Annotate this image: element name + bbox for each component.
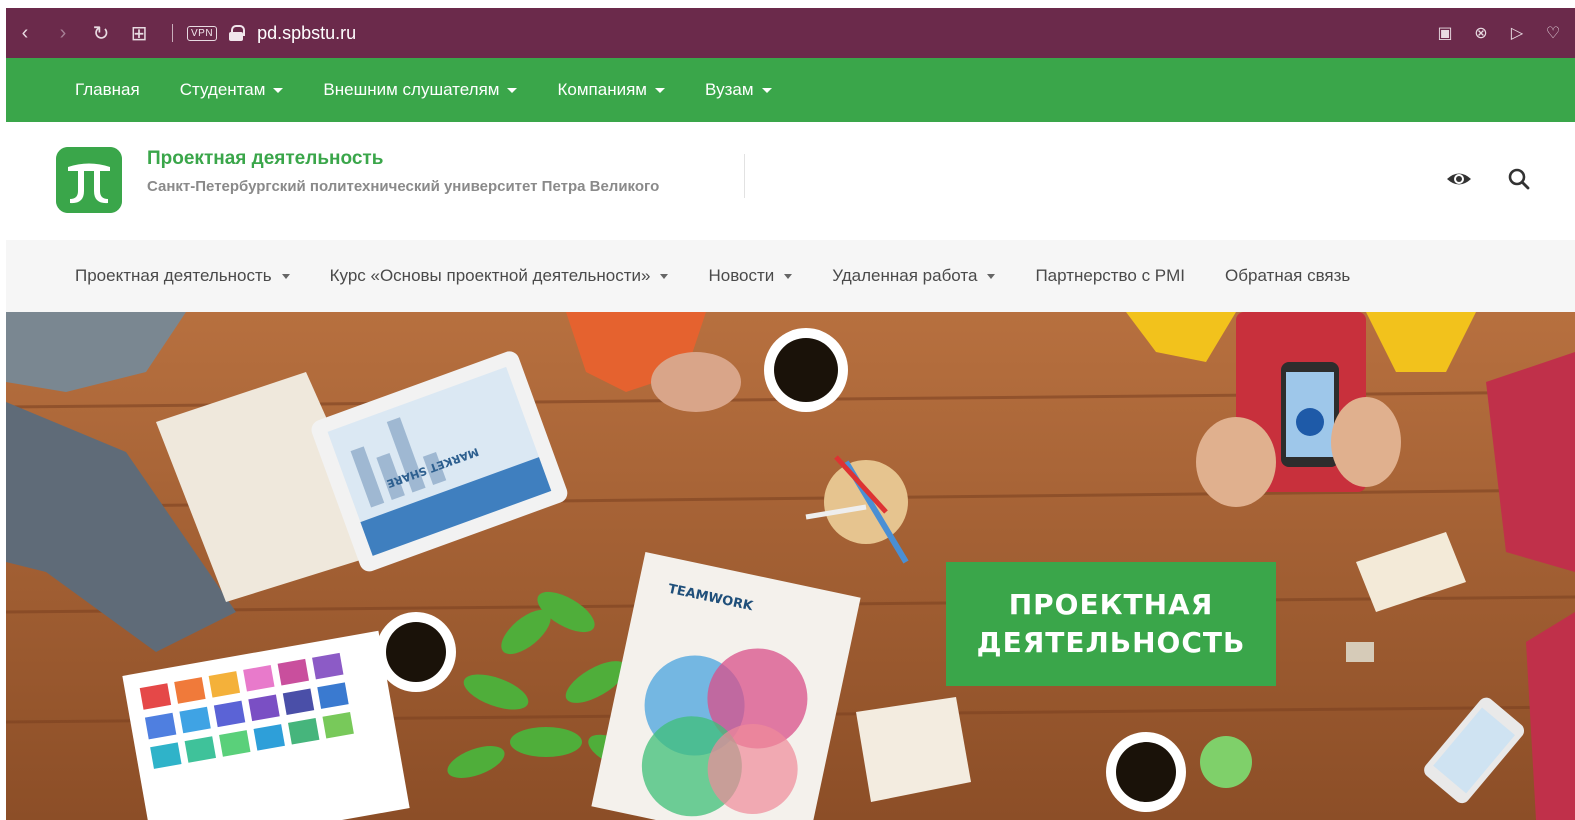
reload-icon[interactable]: ↻ xyxy=(82,8,120,58)
search-icon[interactable] xyxy=(1506,166,1532,192)
caret-down-icon xyxy=(654,87,665,93)
menu-item-remote-work[interactable]: Удаленная работа xyxy=(832,266,996,286)
menu-item-pmi[interactable]: Партнерство с PMI xyxy=(1035,266,1185,286)
caret-down-icon xyxy=(660,273,669,279)
menu-item-project-activity[interactable]: Проектная деятельность xyxy=(75,266,290,286)
top-nav-item-students[interactable]: Студентам xyxy=(180,80,284,100)
caret-down-icon xyxy=(281,273,290,279)
tabs-grid-icon[interactable]: ⊞ xyxy=(120,8,158,58)
toolbar-actions: ▣ ⊗ ▷ ♡ xyxy=(1431,19,1575,47)
vpn-badge[interactable]: VPN xyxy=(187,25,218,41)
browser-toolbar: ‹ › ↻ ⊞ VPN pd.spbstu.ru ▣ ⊗ ▷ ♡ xyxy=(6,8,1575,58)
main-menu: Проектная деятельность Курс «Основы прое… xyxy=(6,240,1575,312)
top-nav-item-companies[interactable]: Компаниям xyxy=(557,80,665,100)
hero-badge: ПРОЕКТНАЯ ДЕЯТЕЛЬНОСТЬ xyxy=(946,562,1276,686)
menu-item-news[interactable]: Новости xyxy=(708,266,793,286)
caret-down-icon xyxy=(784,273,793,279)
address-bar[interactable]: pd.spbstu.ru xyxy=(257,23,356,44)
caret-down-icon xyxy=(507,87,518,93)
header-divider xyxy=(744,154,745,198)
caret-down-icon xyxy=(987,273,996,279)
back-icon[interactable]: ‹ xyxy=(6,8,44,58)
hero-banner: MARKET SHARE TEAMWORK ПРОЕКТНАЯ ДЕЯТЕЛЬН… xyxy=(6,312,1575,820)
top-nav-item-main[interactable]: Главная xyxy=(75,80,140,100)
ad-block-icon[interactable]: ⊗ xyxy=(1467,19,1495,47)
menu-item-course[interactable]: Курс «Основы проектной деятельности» xyxy=(330,266,669,286)
hero-badge-line1: ПРОЕКТНАЯ xyxy=(1008,588,1214,621)
camera-icon[interactable]: ▣ xyxy=(1431,19,1459,47)
caret-down-icon xyxy=(761,87,772,93)
toolbar-divider xyxy=(172,24,173,42)
send-icon[interactable]: ▷ xyxy=(1503,19,1531,47)
site-header: Проектная деятельность Санкт-Петербургск… xyxy=(6,122,1575,240)
hero-badge-line2: ДЕЯТЕЛЬНОСТЬ xyxy=(976,626,1246,659)
accessibility-eye-icon[interactable] xyxy=(1446,168,1472,190)
caret-down-icon xyxy=(273,87,284,93)
lock-icon[interactable] xyxy=(229,25,246,41)
hero-illustration: MARKET SHARE TEAMWORK xyxy=(6,312,1575,820)
site-title[interactable]: Проектная деятельность xyxy=(147,148,383,170)
site-logo[interactable] xyxy=(56,147,122,213)
heart-icon[interactable]: ♡ xyxy=(1539,19,1567,47)
top-nav: Главная Студентам Внешним слушателям Ком… xyxy=(6,58,1575,122)
menu-item-feedback[interactable]: Обратная связь xyxy=(1225,266,1350,286)
site-subtitle: Санкт-Петербургский политехнический унив… xyxy=(147,178,660,195)
forward-icon[interactable]: › xyxy=(44,8,82,58)
top-nav-item-external[interactable]: Внешним слушателям xyxy=(323,80,518,100)
top-nav-item-universities[interactable]: Вузам xyxy=(705,80,772,100)
